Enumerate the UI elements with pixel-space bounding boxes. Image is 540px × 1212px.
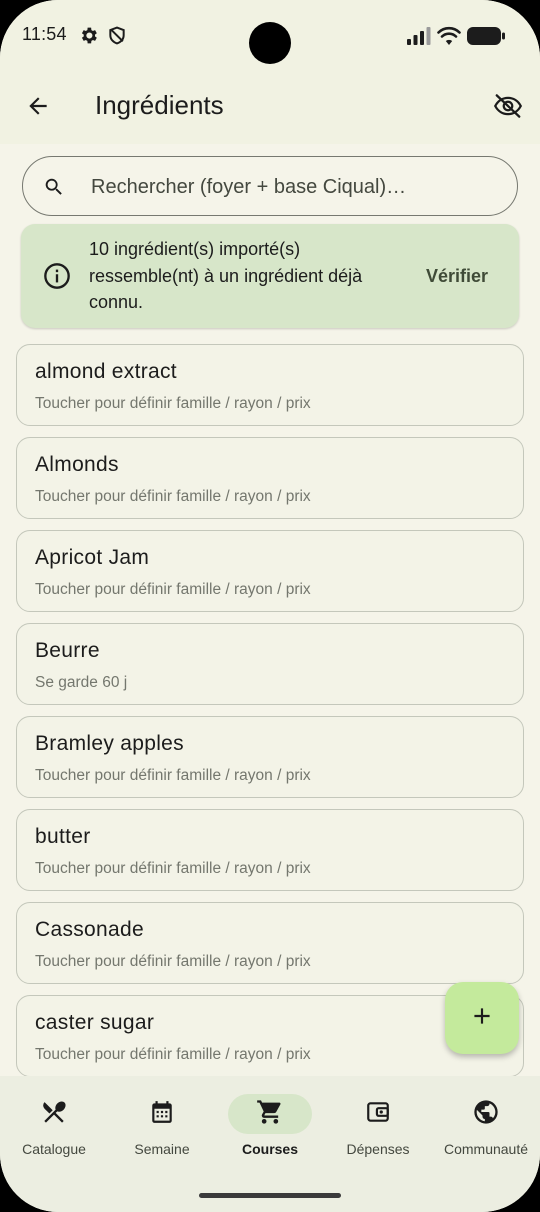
ingredient-name: Almonds xyxy=(35,453,119,476)
ingredient-name: Cassonade xyxy=(35,918,144,941)
signal-icon xyxy=(407,27,431,50)
nav-item-communaute[interactable]: Communauté xyxy=(432,1094,540,1174)
ingredient-subtitle: Toucher pour définir famille / rayon / p… xyxy=(35,767,311,784)
nav-label: Catalogue xyxy=(22,1141,86,1157)
gear-icon xyxy=(78,25,99,51)
verify-button[interactable]: Vérifier xyxy=(407,254,507,298)
search-icon xyxy=(43,176,65,203)
ingredient-item[interactable]: Bramley apples Toucher pour définir famil… xyxy=(16,716,524,798)
wallet-icon xyxy=(365,1099,391,1130)
ingredient-item[interactable]: almond extract Toucher pour définir famil… xyxy=(16,344,524,426)
home-indicator[interactable] xyxy=(199,1193,341,1198)
ingredient-subtitle: Toucher pour définir famille / rayon / p… xyxy=(35,395,311,412)
nav-pill xyxy=(444,1094,528,1134)
cart-icon xyxy=(256,1098,284,1131)
ingredient-subtitle: Toucher pour définir famille / rayon / p… xyxy=(35,488,311,505)
ingredient-item[interactable]: Almonds Toucher pour définir famille / ra… xyxy=(16,437,524,519)
ingredient-item[interactable]: Cassonade Toucher pour définir famille / … xyxy=(16,902,524,984)
search-bar[interactable] xyxy=(22,156,518,216)
bottom-navigation: Catalogue Semaine Courses Dépenses Commu… xyxy=(0,1076,540,1212)
back-button[interactable] xyxy=(14,84,62,132)
ingredient-name: Apricot Jam xyxy=(35,546,150,569)
utensils-icon xyxy=(40,1098,68,1131)
ingredient-item[interactable]: butter Toucher pour définir famille / ray… xyxy=(16,809,524,891)
nav-item-depenses[interactable]: Dépenses xyxy=(324,1094,432,1174)
app-bar: Ingrédients xyxy=(0,72,540,144)
nav-label: Semaine xyxy=(134,1141,190,1157)
ingredient-list[interactable]: almond extract Toucher pour définir famil… xyxy=(16,344,524,1078)
battery-icon xyxy=(467,27,505,50)
nav-label: Courses xyxy=(241,1141,299,1157)
ingredient-subtitle: Toucher pour définir famille / rayon / p… xyxy=(35,581,311,598)
ingredient-subtitle: Toucher pour définir famille / rayon / p… xyxy=(35,953,311,970)
phone-screen: 11:54 Ingrédients Rechercher (foyer + ba… xyxy=(0,0,540,1212)
ingredient-subtitle: Toucher pour définir famille / rayon / p… xyxy=(35,1046,311,1063)
nav-pill xyxy=(120,1094,204,1134)
duplicate-warning-banner: 10 ingrédient(s) importé(s) ressemble(nt… xyxy=(21,224,519,328)
toggle-visibility-button[interactable] xyxy=(484,84,532,132)
wifi-icon xyxy=(437,26,461,50)
nav-item-semaine[interactable]: Semaine xyxy=(108,1094,216,1174)
status-bar: 11:54 xyxy=(0,0,540,72)
ingredient-subtitle: Se garde 60 j xyxy=(35,674,128,691)
nav-pill xyxy=(336,1094,420,1134)
nav-item-courses[interactable]: Courses xyxy=(216,1094,324,1174)
ingredient-name: Bramley apples xyxy=(35,732,184,755)
ingredient-name: almond extract xyxy=(35,360,177,383)
shield-icon xyxy=(107,25,127,51)
search-input[interactable] xyxy=(89,167,503,207)
front-camera xyxy=(249,22,291,64)
nav-pill xyxy=(228,1094,312,1134)
page-title: Ingrédients xyxy=(95,90,224,120)
info-icon xyxy=(43,262,71,295)
banner-message: 10 ingrédient(s) importé(s) ressemble(nt… xyxy=(89,239,363,312)
ingredient-subtitle: Toucher pour définir famille / rayon / p… xyxy=(35,860,311,877)
plus-icon xyxy=(469,1003,495,1034)
nav-pill xyxy=(12,1094,96,1134)
nav-label: Dépenses xyxy=(346,1141,410,1157)
ingredient-name: butter xyxy=(35,825,91,848)
nav-item-catalogue[interactable]: Catalogue xyxy=(0,1094,108,1174)
ingredient-name: caster sugar xyxy=(35,1011,155,1034)
status-time: 11:54 xyxy=(22,24,67,44)
nav-label: Communauté xyxy=(443,1141,529,1157)
ingredient-item[interactable]: Beurre Se garde 60 j xyxy=(16,623,524,705)
arrow-back-icon xyxy=(25,93,51,124)
calendar-icon xyxy=(149,1099,175,1130)
ingredient-name: Beurre xyxy=(35,639,100,662)
ingredient-item[interactable]: Apricot Jam Toucher pour définir famille … xyxy=(16,530,524,612)
eye-off-icon xyxy=(493,91,523,126)
add-ingredient-button[interactable] xyxy=(445,982,519,1054)
globe-icon xyxy=(472,1098,500,1131)
